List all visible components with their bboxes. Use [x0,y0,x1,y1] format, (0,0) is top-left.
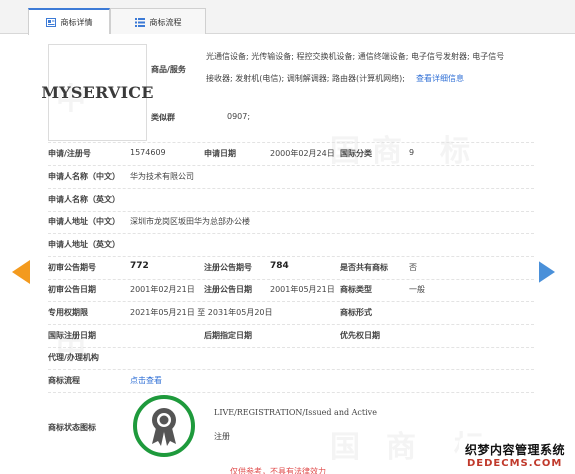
tab-trademark-flow[interactable]: 商标流程 [110,8,206,35]
applicant-cn-value: 华为技术有限公司 [130,172,194,181]
app-no-value: 1574609 [130,148,166,157]
address-en-label: 申请人地址（英文） [48,240,120,249]
prelim-issue-value: 772 [130,261,149,271]
corner-watermark: 织梦内容管理系统 DEDECMS.COM [459,437,575,474]
priority-date-label: 优先权日期 [340,331,380,340]
app-no-label: 申请/注册号 [48,149,91,158]
prelim-date-label: 初审公告日期 [48,285,96,294]
divider [48,279,534,280]
list-icon [134,17,145,27]
goods-services-line-2: 接收器; 发射机(电信); 调制解调器; 路由器(计算机网络); [206,74,405,83]
reg-issue-label: 注册公告期号 [204,263,252,272]
tab-trademark-details[interactable]: 商标详情 [28,8,110,35]
previous-arrow-icon[interactable] [12,260,30,284]
status-en-text: LIVE/REGISTRATION/Issued and Active [214,408,377,417]
trademark-image: MYSERVICE [41,44,153,141]
divider [48,301,534,302]
prelim-date-value: 2001年02月21日 [130,285,195,294]
status-icon-label: 商标状态图标 [48,423,96,432]
view-details-link[interactable]: 查看详细信息 [416,73,464,84]
tm-type-label: 商标类型 [340,285,372,294]
prelim-issue-label: 初审公告期号 [48,263,96,272]
divider [48,324,534,325]
similar-group-label: 类似群 [151,113,175,122]
address-cn-label: 申请人地址（中文） [48,217,120,226]
applicant-en-label: 申请人名称（英文） [48,195,120,204]
app-date-label: 申请日期 [204,149,236,158]
shared-value: 否 [409,263,417,272]
shared-label: 是否共有商标 [340,263,388,272]
similar-group-value: 0907; [227,112,251,121]
reg-date-label: 注册公告日期 [204,285,252,294]
registered-status-badge-icon [133,395,195,457]
corner-watermark-title: 织梦内容管理系统 [465,443,566,457]
goods-services-line-1: 光通信设备; 光传输设备; 程控交换机设备; 通信终端设备; 电子信号发射器; … [206,52,505,61]
address-cn-value: 深圳市龙岗区坂田华为总部办公楼 [130,217,250,226]
tab-bar: 商标详情 商标流程 [0,0,575,35]
divider [48,142,534,143]
tm-form-label: 商标形式 [340,308,372,317]
watermark-char: 标 [440,134,470,169]
watermark-char: 商 [372,134,402,169]
flow-view-link[interactable]: 点击查看 [130,375,162,386]
exclusive-label: 专用权期限 [48,308,88,317]
divider [48,233,534,234]
reg-date-value: 2001年05月21日 [270,285,335,294]
later-date-label: 后期指定日期 [204,331,252,340]
divider [48,165,534,166]
flow-label: 商标流程 [48,376,80,385]
divider [48,211,534,212]
watermark-char: 国 [330,430,360,465]
divider [48,347,534,348]
goods-services-label: 商品/服务 [151,65,186,74]
tm-type-value: 一般 [409,285,425,294]
corner-watermark-domain: DEDECMS.COM [467,458,563,469]
trademark-logo-text: MYSERVICE [41,83,154,102]
divider [48,392,534,393]
trademark-detail-panel: 中 国 商 标 中 国 商 标 MYSERVICE 商品/服务 光通信设备; 光… [34,34,539,474]
app-date-value: 2000年02月24日 [270,149,335,158]
intl-class-value: 9 [409,148,415,157]
agent-label: 代理/办理机构 [48,353,99,362]
divider [48,188,534,189]
disclaimer-text: 仅供参考，不具有法律效力 [230,467,326,474]
intl-class-label: 国际分类 [340,149,372,158]
applicant-cn-label: 申请人名称（中文） [48,172,120,181]
exclusive-value: 2021年05月21日 至 2031年05月20日 [130,308,273,317]
tab-label: 商标流程 [149,17,182,27]
status-cn-text: 注册 [214,432,230,441]
tab-label: 商标详情 [60,18,93,27]
divider [48,369,534,370]
divider [48,256,534,257]
intl-reg-date-label: 国际注册日期 [48,331,96,340]
next-arrow-icon[interactable] [537,260,555,284]
details-icon [45,18,56,27]
watermark-char: 商 [386,430,416,465]
reg-issue-value: 784 [270,261,289,271]
